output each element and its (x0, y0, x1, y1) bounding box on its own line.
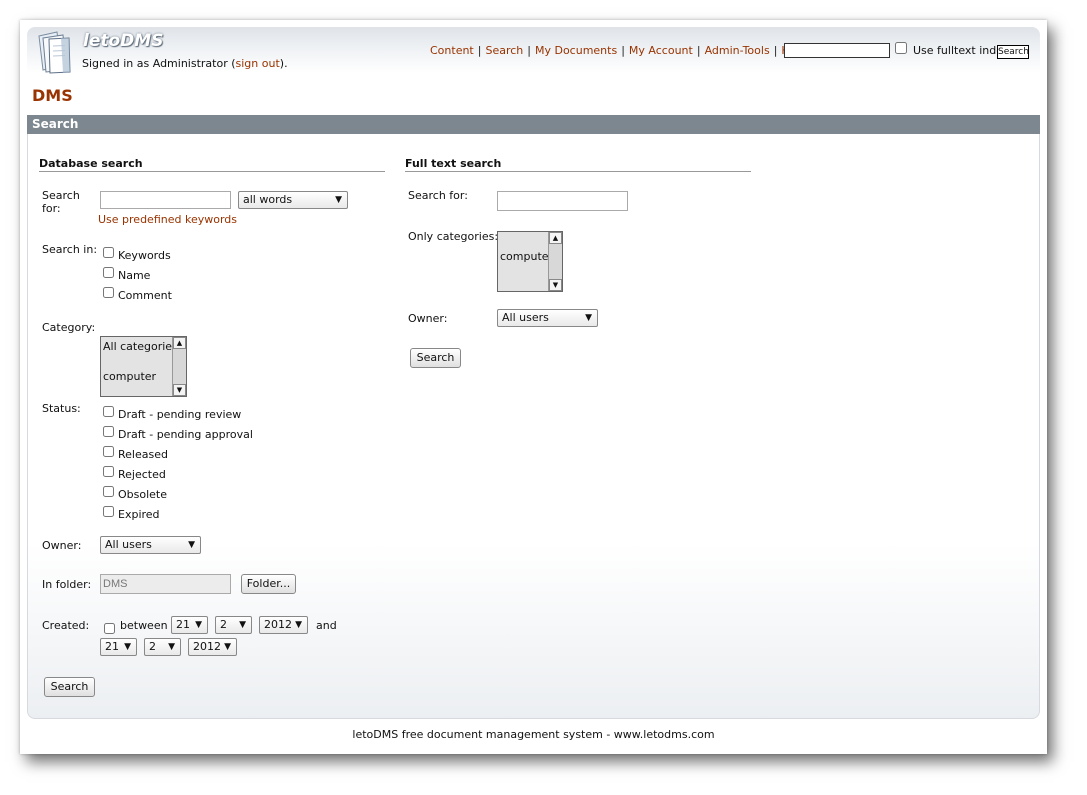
search-in-name-label: Name (118, 269, 151, 282)
status-rejected-checkbox[interactable] (103, 466, 114, 477)
search-in-label: Search in: (42, 243, 98, 256)
created-from-year-select[interactable]: 2012 ▼ (259, 616, 308, 634)
use-fulltext-checkbox[interactable] (895, 42, 907, 54)
fulltext-search-legend: Full text search (405, 157, 502, 170)
status-label: Status: (42, 402, 81, 415)
content-box: Database search Search for: all words ▼ U… (27, 134, 1040, 719)
status-released-label: Released (118, 448, 168, 461)
status-draft-approval-label: Draft - pending approval (118, 428, 253, 441)
ft-owner-select[interactable]: All users ▼ (497, 309, 598, 327)
search-in-comment-label: Comment (118, 289, 172, 302)
folder-chooser-button[interactable]: Folder... (241, 574, 296, 594)
dropdown-arrow-icon: ▼ (295, 620, 302, 630)
app-name: letoDMS (83, 31, 164, 51)
only-categories-label: Only categories: (408, 230, 499, 243)
created-from-day-select[interactable]: 21 ▼ (171, 616, 208, 634)
dropdown-arrow-icon: ▼ (239, 620, 246, 630)
nav-content[interactable]: Content (426, 44, 478, 57)
database-search-divider (39, 171, 385, 172)
nav-my-account[interactable]: My Account (625, 44, 697, 57)
db-search-for-input[interactable] (100, 191, 231, 209)
scroll-up-icon[interactable]: ▲ (549, 232, 562, 244)
category-option[interactable]: All categories (103, 340, 178, 353)
status-rejected-label: Rejected (118, 468, 166, 481)
status-expired-checkbox[interactable] (103, 506, 114, 517)
search-in-comment-checkbox[interactable] (103, 287, 114, 298)
footer-text: letoDMS free document management system … (352, 728, 715, 741)
search-in-keywords-checkbox[interactable] (103, 247, 114, 258)
created-from-month-select[interactable]: 2 ▼ (215, 616, 252, 634)
status-draft-review-label: Draft - pending review (118, 408, 242, 421)
sign-out-link[interactable]: sign out (236, 57, 280, 70)
status-obsolete-label: Obsolete (118, 488, 168, 501)
db-owner-select[interactable]: All users ▼ (100, 536, 201, 554)
top-nav: Content | Search | My Documents | My Account | A… (426, 44, 810, 57)
ft-search-button[interactable]: Search (410, 348, 461, 368)
nav-my-documents[interactable]: My Documents (531, 44, 621, 57)
scroll-up-icon[interactable]: ▲ (173, 337, 186, 349)
status-draft-review-checkbox[interactable] (103, 406, 114, 417)
created-to-day-select[interactable]: 21 ▼ (100, 638, 137, 656)
database-search-legend: Database search (39, 157, 143, 170)
scroll-down-icon[interactable]: ▼ (549, 279, 562, 291)
ft-category-scrollbar[interactable]: ▲ ▼ (548, 232, 562, 291)
category-scrollbar[interactable]: ▲ ▼ (172, 337, 186, 396)
dropdown-arrow-icon: ▼ (585, 313, 592, 323)
status-draft-approval-checkbox[interactable] (103, 426, 114, 437)
nav-admin-tools[interactable]: Admin-Tools (701, 44, 774, 57)
section-title-bar: Search (27, 115, 1040, 134)
dropdown-arrow-icon: ▼ (168, 642, 175, 652)
quick-search-input[interactable] (784, 43, 890, 58)
ft-category-listbox[interactable]: computer ▲ ▼ (497, 231, 563, 292)
predefined-keywords-link[interactable]: Use predefined keywords (98, 213, 237, 226)
nav-search[interactable]: Search (481, 44, 527, 57)
ft-search-for-input[interactable] (497, 191, 628, 211)
app-window: letoDMS Signed in as Administrator (sign… (20, 20, 1047, 754)
header: letoDMS Signed in as Administrator (sign… (27, 27, 1040, 74)
in-folder-label: In folder: (42, 578, 92, 591)
search-in-keywords-label: Keywords (118, 249, 171, 262)
created-to-month-select[interactable]: 2 ▼ (144, 638, 181, 656)
category-option[interactable]: computer (500, 250, 553, 263)
created-between-checkbox[interactable] (104, 623, 115, 634)
dropdown-arrow-icon: ▼ (124, 642, 131, 652)
ft-search-for-label: Search for: (408, 189, 468, 202)
document-stack-icon (38, 31, 71, 74)
created-to-year-select[interactable]: 2012 ▼ (188, 638, 237, 656)
between-label: between (120, 619, 168, 632)
dropdown-arrow-icon: ▼ (224, 642, 231, 652)
use-fulltext-label: Use fulltext index (913, 44, 1010, 57)
dropdown-arrow-icon: ▼ (335, 195, 342, 205)
category-option[interactable]: computer (103, 370, 156, 383)
db-search-button[interactable]: Search (44, 677, 95, 697)
status-released-checkbox[interactable] (103, 446, 114, 457)
created-label: Created: (42, 619, 90, 632)
search-mode-select[interactable]: all words ▼ (238, 191, 348, 209)
scroll-down-icon[interactable]: ▼ (173, 384, 186, 396)
search-in-name-checkbox[interactable] (103, 267, 114, 278)
and-label: and (316, 619, 337, 632)
category-label: Category: (42, 321, 96, 334)
page-title: DMS (32, 86, 73, 105)
status-expired-label: Expired (118, 508, 160, 521)
category-listbox[interactable]: All categories computer ▲ ▼ (100, 336, 187, 397)
in-folder-input[interactable] (100, 574, 231, 594)
dropdown-arrow-icon: ▼ (188, 540, 195, 550)
signed-in-text: Signed in as Administrator (sign out). (82, 57, 288, 70)
quick-search-button[interactable]: Search (997, 45, 1029, 59)
fulltext-search-divider (405, 171, 751, 172)
dropdown-arrow-icon: ▼ (195, 620, 202, 630)
status-obsolete-checkbox[interactable] (103, 486, 114, 497)
db-search-for-label: Search for: (42, 189, 80, 215)
db-owner-label: Owner: (42, 539, 82, 552)
ft-owner-label: Owner: (408, 312, 448, 325)
